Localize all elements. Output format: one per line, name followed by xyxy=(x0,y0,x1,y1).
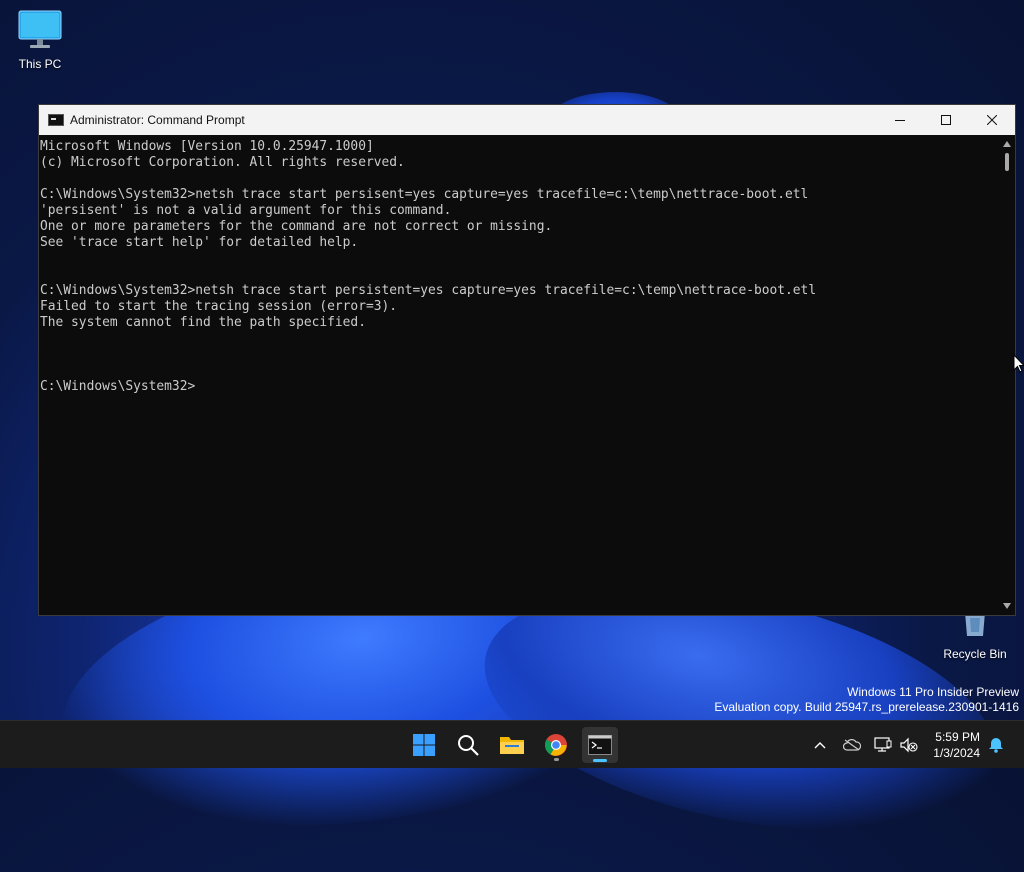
start-button[interactable] xyxy=(406,727,442,763)
start-icon xyxy=(413,734,435,756)
console-output[interactable]: Microsoft Windows [Version 10.0.25947.10… xyxy=(39,135,999,615)
running-indicator xyxy=(554,758,559,761)
vertical-scrollbar[interactable] xyxy=(999,135,1015,615)
console-line: Failed to start the tracing session (err… xyxy=(40,299,397,314)
onedrive-tray-button[interactable] xyxy=(842,735,862,755)
scroll-up-icon[interactable] xyxy=(1003,141,1011,147)
recycle-bin-icon xyxy=(965,612,985,636)
console-line: Microsoft Windows [Version 10.0.25947.10… xyxy=(40,139,374,154)
cloud-offline-icon xyxy=(843,739,861,751)
command-prompt-taskbar-button[interactable] xyxy=(582,727,618,763)
maximize-icon xyxy=(941,115,951,125)
console-line: See 'trace start help' for detailed help… xyxy=(40,235,359,250)
command-prompt-icon xyxy=(48,114,64,126)
bell-icon xyxy=(989,738,1003,753)
console-line: C:\Windows\System32> xyxy=(40,379,196,394)
clock-date: 1/3/2024 xyxy=(933,746,980,760)
scroll-down-icon[interactable] xyxy=(1003,603,1011,609)
console-line: C:\Windows\System32>netsh trace start pe… xyxy=(40,283,817,298)
evaluation-watermark: Windows 11 Pro Insider Preview Evaluatio… xyxy=(714,685,1019,715)
console-line: One or more parameters for the command a… xyxy=(40,219,553,234)
monitor-icon xyxy=(18,10,62,48)
search-button[interactable] xyxy=(450,727,486,763)
show-hidden-icons-button[interactable] xyxy=(810,735,830,755)
close-button[interactable] xyxy=(969,105,1015,135)
volume-tray-button[interactable] xyxy=(899,735,919,755)
volume-muted-icon xyxy=(900,737,918,753)
title-bar[interactable]: Administrator: Command Prompt xyxy=(39,105,1015,135)
scrollbar-thumb[interactable] xyxy=(1005,153,1009,171)
chevron-up-icon xyxy=(814,742,826,749)
chrome-button[interactable] xyxy=(538,727,574,763)
folder-icon xyxy=(500,737,524,754)
maximize-button[interactable] xyxy=(923,105,969,135)
network-icon xyxy=(874,737,892,752)
chrome-icon xyxy=(545,734,567,756)
terminal-icon xyxy=(588,735,612,755)
clock-time: 5:59 PM xyxy=(935,730,980,744)
network-tray-button[interactable] xyxy=(873,735,893,755)
mouse-cursor-icon xyxy=(1013,354,1024,373)
search-icon xyxy=(458,735,479,756)
desktop-icon-recycle-bin[interactable]: Recycle Bin xyxy=(935,612,1015,661)
file-explorer-button[interactable] xyxy=(494,727,530,763)
desktop-icon-this-pc[interactable]: This PC xyxy=(0,10,80,71)
notifications-button[interactable] xyxy=(986,735,1006,755)
console-line: C:\Windows\System32>netsh trace start pe… xyxy=(40,187,809,202)
console-line: The system cannot find the path specifie… xyxy=(40,315,366,330)
minimize-button[interactable] xyxy=(877,105,923,135)
desktop-icon-label: Recycle Bin xyxy=(943,647,1007,661)
desktop-icon-label: This PC xyxy=(18,57,62,71)
watermark-line: Evaluation copy. Build 25947.rs_prerelea… xyxy=(714,700,1019,714)
console-line: 'persisent' is not a valid argument for … xyxy=(40,203,452,218)
close-icon xyxy=(987,115,997,125)
watermark-line: Windows 11 Pro Insider Preview xyxy=(847,685,1019,699)
window-title: Administrator: Command Prompt xyxy=(70,113,245,127)
active-indicator xyxy=(593,759,607,762)
command-prompt-window[interactable]: Administrator: Command Prompt Microsoft … xyxy=(38,104,1016,616)
taskbar: 5:59 PM 1/3/2024 xyxy=(0,720,1024,768)
minimize-icon xyxy=(895,120,905,121)
taskbar-clock[interactable]: 5:59 PM 1/3/2024 xyxy=(933,729,980,761)
console-line: (c) Microsoft Corporation. All rights re… xyxy=(40,155,405,170)
